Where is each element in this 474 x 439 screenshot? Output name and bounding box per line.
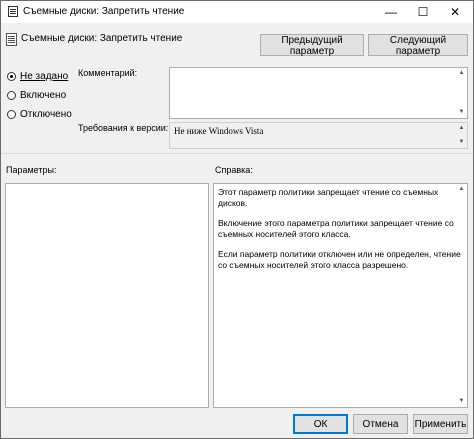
help-paragraph: Этот параметр политики запрещает чтение … [218, 187, 439, 208]
radio-disabled-label: Отключено [20, 108, 72, 120]
scroll-up-icon[interactable]: ▲ [457, 124, 466, 133]
close-button[interactable]: ✕ [439, 1, 471, 23]
options-label: Параметры: [6, 165, 57, 175]
radio-enabled-label: Включено [20, 89, 67, 101]
minimize-button[interactable]: — [375, 1, 407, 23]
policy-document-icon [8, 6, 18, 17]
radio-disabled[interactable]: Отключено [7, 107, 72, 121]
supported-on-value: Не ниже Windows Vista [174, 126, 264, 136]
help-paragraph: Включение этого параметра политики запре… [218, 218, 454, 239]
setting-title: Съемные диски: Запретить чтение [21, 33, 183, 44]
comment-label: Комментарий: [78, 68, 138, 78]
comment-field[interactable]: ▲ ▼ [169, 67, 468, 119]
options-pane [5, 183, 209, 408]
help-pane: ▲ ▼ Этот параметр политики запрещает чте… [213, 183, 468, 408]
supported-on-label: Требования к версии: [78, 123, 169, 133]
cancel-button[interactable]: Отмена [353, 414, 408, 434]
section-divider [1, 153, 473, 154]
radio-enabled-control[interactable] [7, 90, 16, 100]
window-title: Съемные диски: Запретить чтение [23, 6, 185, 17]
scroll-down-icon[interactable]: ▼ [457, 397, 466, 406]
radio-disabled-control[interactable] [7, 109, 16, 119]
radio-enabled[interactable]: Включено [7, 88, 66, 102]
scroll-up-icon[interactable]: ▲ [457, 69, 466, 78]
maximize-button[interactable]: ☐ [407, 1, 439, 23]
supported-on-field: Не ниже Windows Vista ▲ ▼ [169, 122, 468, 149]
setting-icon [6, 33, 17, 46]
next-setting-button[interactable]: Следующий параметр [368, 34, 468, 57]
previous-setting-button[interactable]: Предыдущий параметр [260, 34, 364, 57]
ok-button[interactable]: ОК [293, 414, 348, 434]
policy-window: Съемные диски: Запретить чтение — ☐ ✕ Съ… [0, 0, 474, 439]
scroll-down-icon[interactable]: ▼ [457, 138, 466, 147]
scroll-up-icon[interactable]: ▲ [457, 185, 466, 194]
scroll-down-icon[interactable]: ▼ [457, 108, 466, 117]
help-paragraph: Если параметр политики отключен или не о… [218, 249, 461, 270]
title-bar[interactable]: Съемные диски: Запретить чтение — ☐ ✕ [1, 1, 473, 23]
radio-not-configured-label: Не задано [20, 70, 69, 82]
radio-not-configured-control[interactable] [7, 71, 16, 81]
help-label: Справка: [215, 165, 253, 175]
radio-not-configured[interactable]: Не задано [7, 69, 68, 83]
apply-button[interactable]: Применить [413, 414, 468, 434]
